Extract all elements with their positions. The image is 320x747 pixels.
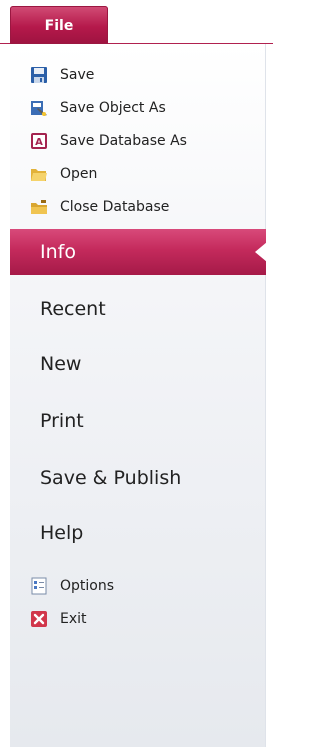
nav-save-publish[interactable]: Save & Publish — [10, 455, 266, 501]
exit-label: Exit — [60, 611, 87, 627]
close-database-icon — [30, 198, 48, 216]
open-label: Open — [60, 166, 98, 182]
nav-info[interactable]: Info — [10, 229, 267, 275]
open-command[interactable]: Open — [30, 161, 250, 187]
close-database-label: Close Database — [60, 199, 170, 215]
save-database-as-command[interactable]: A Save Database As — [30, 128, 250, 154]
save-database-as-label: Save Database As — [60, 133, 187, 149]
nav-recent[interactable]: Recent — [10, 286, 266, 332]
save-database-as-icon: A — [30, 132, 48, 150]
save-object-as-icon — [30, 99, 48, 117]
save-icon — [30, 66, 48, 84]
nav-new-label: New — [40, 353, 82, 375]
backstage-view: File Save Save Object As A Save Database… — [0, 0, 273, 747]
nav-save-publish-label: Save & Publish — [40, 467, 182, 489]
save-object-as-command[interactable]: Save Object As — [30, 95, 250, 121]
file-tab[interactable]: File — [10, 6, 108, 44]
options-label: Options — [60, 578, 115, 594]
svg-text:A: A — [35, 137, 43, 148]
close-database-command[interactable]: Close Database — [30, 194, 250, 220]
nav-info-label: Info — [40, 241, 76, 263]
save-object-as-label: Save Object As — [60, 100, 166, 116]
save-label: Save — [60, 67, 95, 83]
save-command[interactable]: Save — [30, 62, 250, 88]
menu-pane-divider — [265, 44, 266, 747]
nav-new[interactable]: New — [10, 341, 266, 387]
nav-help-label: Help — [40, 522, 84, 544]
options-icon — [30, 577, 48, 595]
exit-icon — [30, 610, 48, 628]
nav-print-label: Print — [40, 410, 84, 432]
options-command[interactable]: Options — [30, 573, 250, 599]
nav-help[interactable]: Help — [10, 510, 266, 556]
open-folder-icon — [30, 165, 48, 183]
file-tab-label: File — [44, 18, 74, 34]
exit-command[interactable]: Exit — [30, 606, 250, 632]
nav-recent-label: Recent — [40, 298, 106, 320]
nav-print[interactable]: Print — [10, 398, 266, 444]
